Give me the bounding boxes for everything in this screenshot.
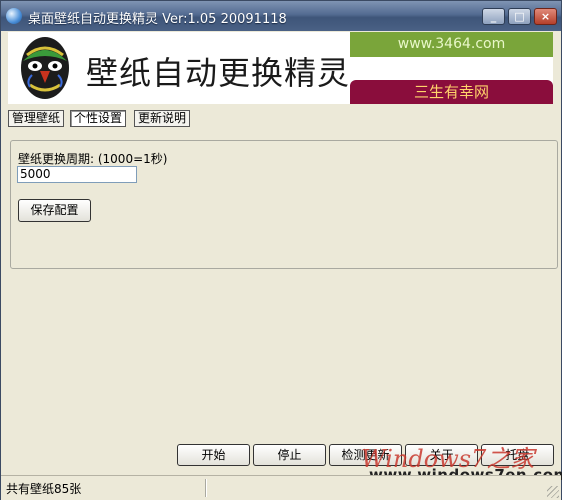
- stop-button[interactable]: 停止: [253, 444, 326, 466]
- ad-link-bottom[interactable]: 三生有幸网: [350, 80, 553, 104]
- tray-button[interactable]: 托盘: [481, 444, 554, 466]
- banner-title: 壁纸自动更换精灵: [86, 54, 351, 92]
- status-bar: 共有壁纸85张: [1, 475, 561, 500]
- ad-link-top[interactable]: www.3464.com: [350, 32, 553, 57]
- save-config-button[interactable]: 保存配置: [18, 199, 91, 222]
- minimize-button[interactable]: _: [482, 8, 505, 25]
- header-banner: 壁纸自动更换精灵 www.3464.com 三生有幸网: [8, 32, 553, 104]
- title-bar[interactable]: 桌面壁纸自动更换精灵 Ver:1.05 20091118 _ □ ×: [1, 1, 561, 31]
- tab-manage-wallpapers[interactable]: 管理壁纸: [8, 110, 65, 127]
- status-divider: [205, 479, 206, 497]
- close-button[interactable]: ×: [534, 8, 557, 25]
- period-input[interactable]: 5000: [17, 166, 137, 183]
- tab-personal-settings[interactable]: 个性设置: [70, 110, 127, 127]
- check-update-button[interactable]: 检测更新: [329, 444, 402, 466]
- maximize-icon: □: [514, 10, 525, 23]
- maximize-button[interactable]: □: [508, 8, 531, 25]
- opera-mask-logo: [21, 37, 69, 99]
- about-button[interactable]: 关于: [405, 444, 478, 466]
- app-window: 桌面壁纸自动更换精灵 Ver:1.05 20091118 _ □ × 壁纸自动更…: [0, 0, 562, 500]
- tab-update-notes[interactable]: 更新说明: [134, 110, 191, 127]
- minimize-icon: _: [490, 10, 497, 23]
- resize-grip[interactable]: [547, 486, 559, 498]
- close-icon: ×: [540, 10, 551, 23]
- app-icon: [6, 8, 22, 24]
- start-button[interactable]: 开始: [177, 444, 250, 466]
- window-title: 桌面壁纸自动更换精灵 Ver:1.05 20091118: [28, 12, 287, 27]
- period-label: 壁纸更换周期: (1000=1秒): [18, 152, 168, 166]
- wallpaper-count: 共有壁纸85张: [6, 482, 82, 496]
